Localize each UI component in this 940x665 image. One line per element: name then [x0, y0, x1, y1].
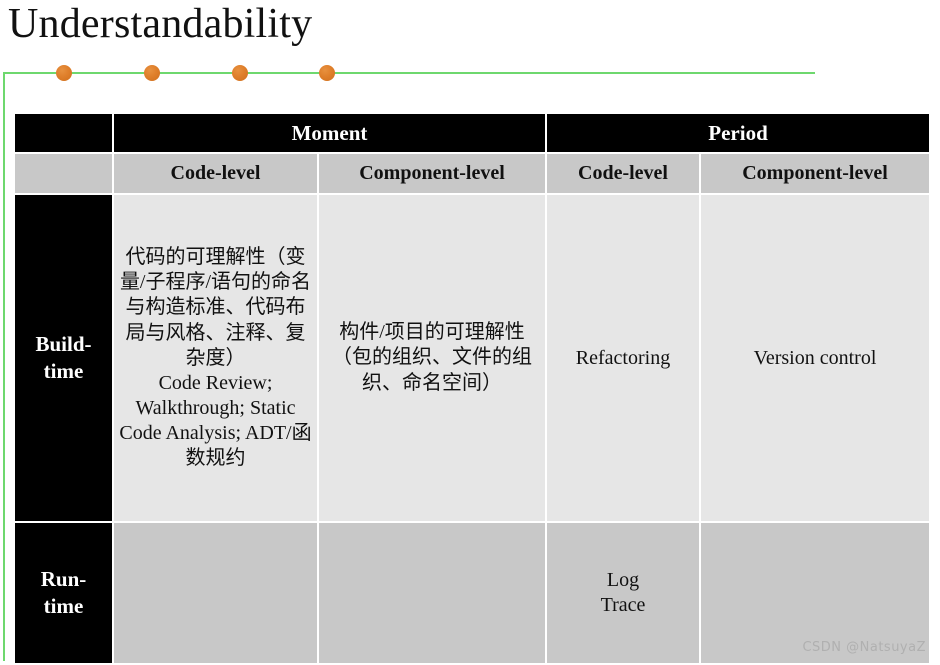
cell-build-period-component-level: Version control [701, 195, 930, 521]
cell-run-period-code-level: Log Trace [547, 523, 699, 663]
cell-run-period-code-level-line2: Trace [600, 594, 646, 616]
accent-line-horizontal [3, 72, 815, 74]
table-row: Build- time 代码的可理解性（变量/子程序/语句的命名与构造标准、代码… [15, 195, 930, 521]
understandability-matrix-table: Moment Period Code-level Component-level… [13, 112, 932, 665]
column-header-period-code-level: Code-level [547, 154, 699, 193]
table-group-header-row: Moment Period [15, 114, 930, 152]
accent-dot-3 [232, 65, 248, 81]
cell-build-moment-code-level: 代码的可理解性（变量/子程序/语句的命名与构造标准、代码布局与风格、注释、复杂度… [114, 195, 317, 521]
row-label-run-time-line2: time [43, 594, 84, 618]
column-header-moment-code-level: Code-level [114, 154, 317, 193]
row-label-run-time: Run- time [15, 523, 112, 663]
page-title: Understandability [8, 1, 313, 47]
accent-dot-4 [319, 65, 335, 81]
row-label-run-time-line1: Run- [40, 567, 87, 592]
table-row: Run- time Log Trace [15, 523, 930, 663]
cell-run-moment-code-level [114, 523, 317, 663]
cell-run-moment-component-level [319, 523, 545, 663]
cell-build-moment-code-level-cjk: 代码的可理解性（变量/子程序/语句的命名与构造标准、代码布局与风格、注释、复杂度… [119, 246, 312, 369]
accent-dot-2 [144, 65, 160, 81]
row-label-build-time-line2: time [43, 359, 84, 383]
group-header-moment: Moment [114, 114, 545, 152]
table-corner-cell-secondary [15, 154, 112, 193]
table-column-header-row: Code-level Component-level Code-level Co… [15, 154, 930, 193]
cell-build-period-component-level-text: Version control [753, 346, 877, 369]
cell-run-period-code-level-line1: Log [606, 569, 640, 591]
row-label-build-time: Build- time [15, 195, 112, 521]
group-header-period: Period [547, 114, 930, 152]
cell-build-moment-component-level: 构件/项目的可理解性（包的组织、文件的组织、命名空间） [319, 195, 545, 521]
cell-build-moment-component-level-cjk: 构件/项目的可理解性（包的组织、文件的组织、命名空间） [332, 321, 532, 394]
row-label-build-time-line1: Build- [35, 332, 92, 357]
table-corner-cell [15, 114, 112, 152]
accent-dot-1 [56, 65, 72, 81]
column-header-period-component-level: Component-level [701, 154, 930, 193]
cell-build-period-code-level-text: Refactoring [575, 346, 671, 369]
cell-build-period-code-level: Refactoring [547, 195, 699, 521]
cell-build-moment-code-level-latin: Code Review; Walkthrough; Static Code An… [119, 371, 312, 469]
column-header-moment-component-level: Component-level [319, 154, 545, 193]
accent-line-vertical [3, 72, 5, 661]
watermark-label: CSDN @NatsuyaZ [802, 640, 926, 655]
